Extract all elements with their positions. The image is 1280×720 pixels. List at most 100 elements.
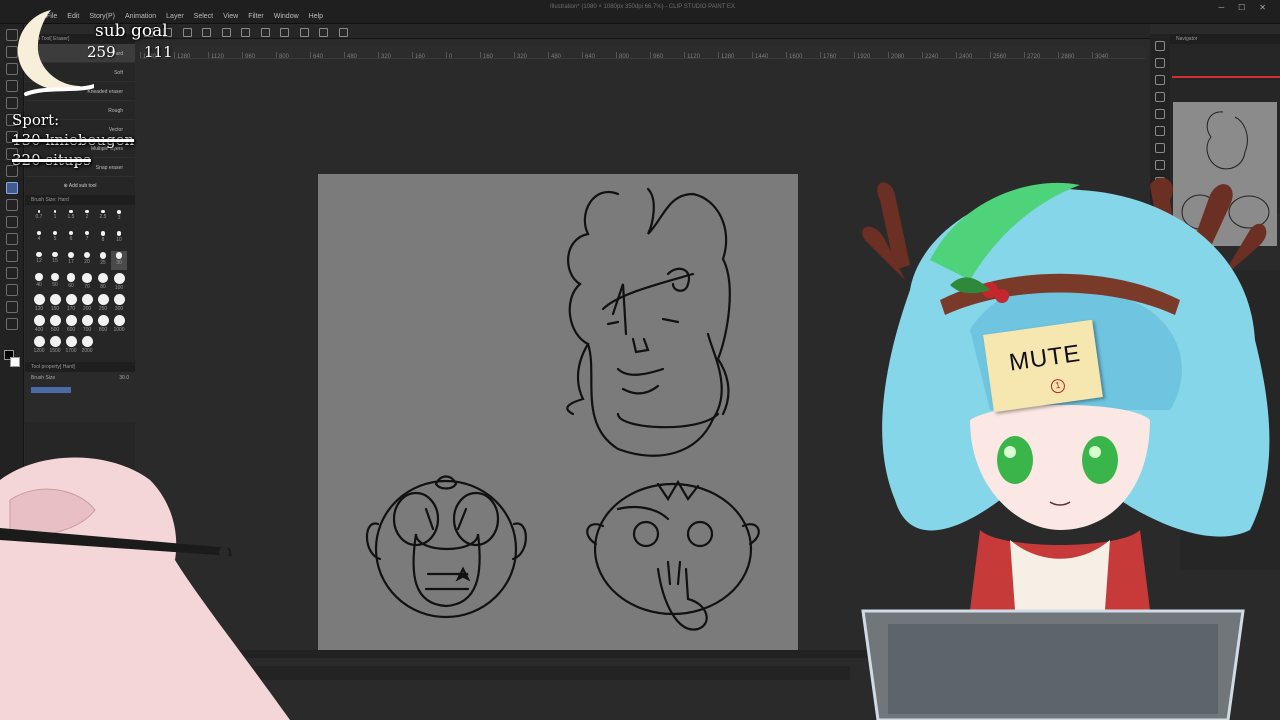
save-icon[interactable]: [182, 28, 192, 37]
snap-grid-icon[interactable]: [319, 28, 329, 37]
menu-help[interactable]: Help: [309, 13, 323, 20]
ruler-tick: 800: [616, 52, 650, 58]
brush-size-preset[interactable]: 120: [31, 293, 47, 312]
brush-size-preset[interactable]: 600: [63, 314, 79, 333]
brush-size-preset[interactable]: 2000: [79, 335, 95, 354]
sub-color-swatch[interactable]: [10, 357, 20, 367]
text-icon[interactable]: [6, 284, 18, 296]
brush-size-dot: [50, 273, 60, 282]
brush-size-preset[interactable]: 400: [31, 314, 47, 333]
brush-size-preset[interactable]: 70: [79, 272, 95, 291]
brush-size-preset[interactable]: 800: [95, 314, 111, 333]
brush-size-preset[interactable]: 60: [63, 272, 79, 291]
brush-size-preset[interactable]: 80: [95, 272, 111, 291]
material-icon[interactable]: [1155, 143, 1165, 153]
deselect-icon[interactable]: [280, 28, 290, 37]
brush-size-preset[interactable]: 10: [111, 230, 127, 249]
eyedropper-icon[interactable]: [6, 97, 18, 109]
brush-size-preset[interactable]: 2: [79, 209, 95, 228]
balloon-icon[interactable]: [6, 301, 18, 313]
brush-size-preset[interactable]: 150: [47, 293, 63, 312]
brush-size-preset[interactable]: 100: [111, 272, 127, 291]
brush-size-preset[interactable]: 1500: [47, 335, 63, 354]
brush-size-preset[interactable]: 6: [63, 230, 79, 249]
brush-size-preset[interactable]: 1700: [63, 335, 79, 354]
eraser-icon[interactable]: [6, 182, 18, 194]
brush-size-preset[interactable]: 500: [47, 314, 63, 333]
brush-size-preset[interactable]: 1000: [111, 314, 127, 333]
brush-size-slider[interactable]: [31, 387, 71, 393]
canvas[interactable]: [318, 174, 798, 650]
history-icon[interactable]: [1155, 160, 1165, 170]
brush-size-label: 7: [85, 236, 89, 243]
canvas-scrollbar[interactable]: [230, 650, 870, 658]
sub-goal-total: 111: [144, 43, 173, 61]
brush-size-preset[interactable]: 300: [111, 293, 127, 312]
brush-size-preset[interactable]: 12: [31, 251, 47, 270]
layer-property-icon[interactable]: [1155, 109, 1165, 119]
brush-size-preset[interactable]: 700: [79, 314, 95, 333]
fill-icon[interactable]: [6, 216, 18, 228]
info-icon[interactable]: [1155, 75, 1165, 85]
brush-size-preset[interactable]: 7: [79, 230, 95, 249]
menu-layer[interactable]: Layer: [166, 13, 184, 20]
menu-animation[interactable]: Animation: [125, 13, 156, 20]
frame-icon[interactable]: [6, 267, 18, 279]
brush-size-row[interactable]: Brush Size 30.0: [25, 372, 135, 384]
sub-view-icon[interactable]: [1155, 58, 1165, 68]
brush-size-preset[interactable]: 17: [63, 251, 79, 270]
brush-size-preset[interactable]: 250: [95, 293, 111, 312]
brush-size-preset[interactable]: 5: [47, 230, 63, 249]
brush-size-label: 600: [66, 327, 76, 333]
brush-size-preset[interactable]: 1200: [31, 335, 47, 354]
brush-size-preset[interactable]: 40: [31, 272, 47, 291]
brush-size-preset[interactable]: 20: [79, 251, 95, 270]
gradient-icon[interactable]: [6, 233, 18, 245]
redo-icon[interactable]: [221, 28, 231, 37]
close-icon[interactable]: ✕: [1259, 3, 1266, 12]
brush-size-dot: [69, 210, 73, 214]
brush-size-preset[interactable]: 4: [31, 230, 47, 249]
menu-view[interactable]: View: [223, 13, 238, 20]
brush-size-preset[interactable]: 25: [95, 251, 111, 270]
mute-label: MUTE: [1007, 339, 1083, 377]
maximize-icon[interactable]: ☐: [1238, 3, 1245, 12]
navigator-icon[interactable]: [1155, 41, 1165, 51]
brush-size-preset[interactable]: 170: [63, 293, 79, 312]
minimize-icon[interactable]: ─: [1218, 3, 1224, 12]
snap-ruler-icon[interactable]: [299, 28, 309, 37]
brush-size-preset[interactable]: 8: [95, 230, 111, 249]
brush-size-preset[interactable]: 2.5: [95, 209, 111, 228]
brush-size-preset[interactable]: 200: [79, 293, 95, 312]
brush-size-preset[interactable]: 15: [47, 251, 63, 270]
layer-search-icon[interactable]: [1155, 126, 1165, 136]
brush-size-preset[interactable]: 3: [111, 209, 127, 228]
brush-size-preset[interactable]: 30: [111, 251, 127, 270]
close-panel-icon[interactable]: [1155, 92, 1165, 102]
ruler-tick: 960: [650, 52, 684, 58]
menu-filter[interactable]: Filter: [248, 13, 264, 20]
blend-icon[interactable]: [6, 199, 18, 211]
clear-icon[interactable]: [241, 28, 251, 37]
figure-icon[interactable]: [6, 250, 18, 262]
brush-size-dot: [49, 336, 61, 347]
add-subtool-button[interactable]: ⊕ Add sub tool: [25, 177, 135, 195]
brush-size-label: 2000: [81, 348, 93, 354]
brush-size-preset[interactable]: 1.5: [63, 209, 79, 228]
brush-size-preset[interactable]: 1: [47, 209, 63, 228]
brush-size-preset[interactable]: 50: [47, 272, 63, 291]
menu-window[interactable]: Window: [274, 13, 299, 20]
subtool-label: Soft: [114, 70, 123, 76]
undo-icon[interactable]: [202, 28, 212, 37]
transform-icon[interactable]: [260, 28, 270, 37]
correct-line-icon[interactable]: [6, 318, 18, 330]
brush-size-label: 10: [116, 236, 122, 243]
horizontal-ruler: 1440 1280 1120 960 800 640 480 320 160 0 160 320 480…: [140, 45, 1145, 59]
snap-special-icon[interactable]: [338, 28, 348, 37]
brush-size-label: 80: [100, 284, 106, 291]
command-bar: [140, 24, 1150, 39]
brush-size-value[interactable]: 30.0: [119, 375, 129, 381]
menu-select[interactable]: Select: [194, 13, 213, 20]
brush-size-slider-row[interactable]: [25, 384, 135, 396]
brush-size-preset[interactable]: 0.7: [31, 209, 47, 228]
